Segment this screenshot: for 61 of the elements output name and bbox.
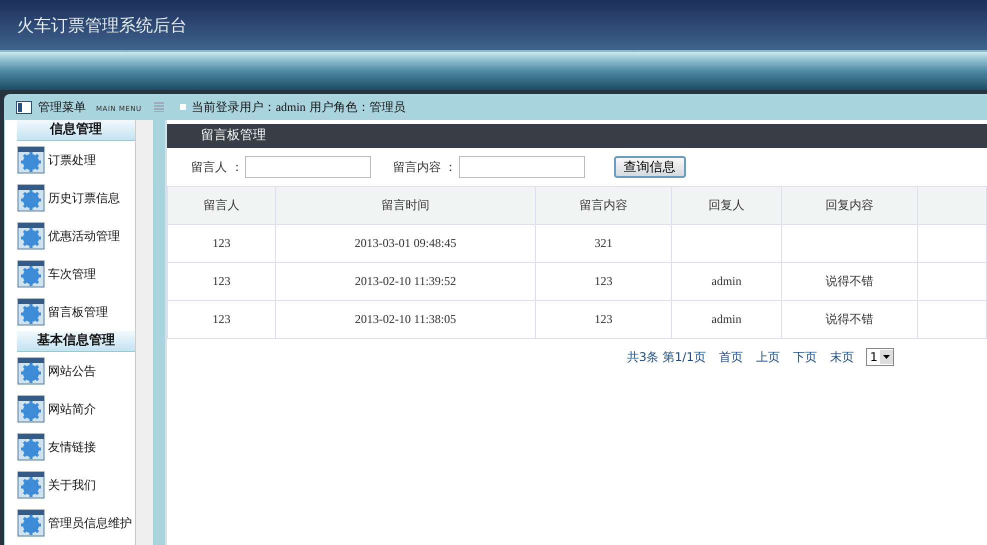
field-label: 留言人 ： xyxy=(191,158,243,176)
app-title: 火车订票管理系统后台 xyxy=(17,14,187,36)
gear-window-icon xyxy=(17,395,45,423)
panel-layout-icon xyxy=(16,100,32,114)
table-cell: 2013-02-10 11:39:52 xyxy=(276,262,536,300)
search-button[interactable]: 查询信息 xyxy=(614,156,686,178)
bullet-icon xyxy=(180,104,186,110)
column-header: 留言人 xyxy=(168,186,276,224)
table-cell: 123 xyxy=(168,300,276,338)
menu-title: 管理菜单 xyxy=(38,98,86,116)
menu-item[interactable]: 车次管理 xyxy=(5,255,135,293)
page-link[interactable]: 首页 xyxy=(718,348,743,366)
table-cell: 2013-03-01 09:48:45 xyxy=(276,224,536,262)
page-link[interactable]: 下页 xyxy=(792,348,817,366)
gear-window-icon xyxy=(17,471,45,499)
gear-window-icon xyxy=(17,184,45,212)
table-cell: 说得不错 xyxy=(782,262,918,300)
menu-item[interactable]: 历史订票信息 xyxy=(5,179,135,217)
gear-window-icon xyxy=(17,222,45,250)
table-cell: 123 xyxy=(168,262,276,300)
input-field[interactable] xyxy=(458,156,585,178)
table-cell: 321 xyxy=(536,224,672,262)
table-cell: 说得不错 xyxy=(782,300,918,338)
table-cell: 123 xyxy=(168,224,276,262)
menu-item[interactable]: 友情链接 xyxy=(5,428,135,466)
page-select[interactable]: 1 xyxy=(866,348,894,366)
column-header: 留言时间 xyxy=(276,186,536,224)
page-indicator: 第1/1页 xyxy=(662,348,706,366)
menu-icon xyxy=(154,102,164,112)
record-count: 共3条 xyxy=(627,348,659,366)
gear-window-icon xyxy=(17,433,45,461)
table-cell: 2013-02-10 11:38:05 xyxy=(276,300,536,338)
page-link[interactable]: 末页 xyxy=(830,348,854,366)
column-header: 回复人 xyxy=(672,186,782,224)
menu-item[interactable]: 网站公告 xyxy=(5,352,135,390)
page-link[interactable]: 上页 xyxy=(756,348,780,366)
gear-window-icon xyxy=(17,146,45,174)
gear-window-icon xyxy=(17,509,45,537)
scrollbar[interactable] xyxy=(135,120,153,545)
gear-window-icon xyxy=(17,357,45,385)
panel-title: 留言板管理 xyxy=(167,124,987,148)
input-field[interactable] xyxy=(244,156,371,178)
table-cell: 123 xyxy=(536,262,672,300)
column-header: 回复内容 xyxy=(782,186,918,224)
table-cell: 123 xyxy=(536,300,672,338)
field-label: 留言内容 ： xyxy=(392,158,457,176)
menu-item[interactable]: 网站简介 xyxy=(5,390,135,428)
menu-group-header[interactable]: 信息管理 xyxy=(17,120,135,141)
gear-window-icon xyxy=(17,260,45,288)
menu-group-header[interactable]: 基本信息管理 xyxy=(17,331,135,352)
menu-item[interactable]: 关于我们 xyxy=(5,466,135,504)
menu-item[interactable]: 订票处理 xyxy=(5,141,135,179)
column-header: 留言内容 xyxy=(536,186,672,224)
menu-item[interactable]: 优惠活动管理 xyxy=(5,217,135,255)
menu-item[interactable]: 留言板管理 xyxy=(5,293,135,331)
dropdown-icon xyxy=(880,350,893,364)
menu-item[interactable]: 管理员信息维护 xyxy=(5,504,135,542)
table-cell: admin xyxy=(672,300,782,338)
gear-window-icon xyxy=(17,298,45,326)
table-cell: admin xyxy=(672,262,782,300)
user-info: 当前登录用户：admin 用户角色：管理员 xyxy=(192,98,406,116)
